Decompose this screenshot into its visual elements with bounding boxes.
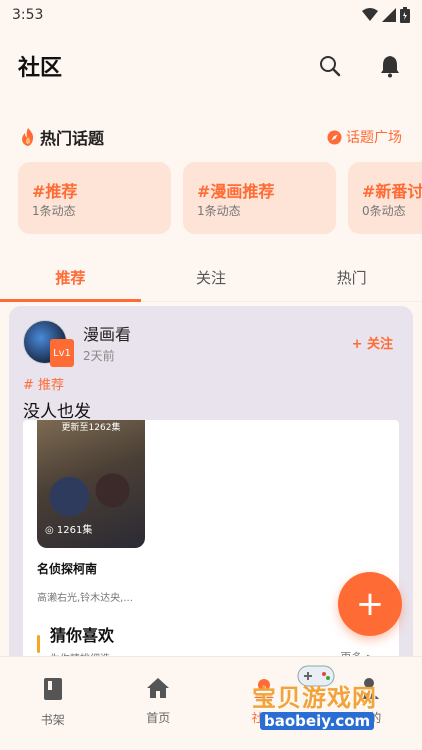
post-time: 2天前 [83, 348, 115, 363]
battery-icon [400, 7, 410, 23]
signal-icon [382, 8, 396, 22]
topic-name: #新番讨论 [362, 182, 422, 201]
wifi-icon [362, 8, 378, 21]
topic-count: 1条动态 [197, 204, 241, 218]
cover-update: 更新至1262集 [61, 423, 121, 433]
notification-button[interactable] [376, 52, 404, 80]
nav-bookshelf[interactable]: 书架 [0, 657, 106, 750]
topic-plaza-label: 话题广场 [346, 130, 402, 146]
feed-tabs: 推荐 关注 热门 [0, 254, 422, 302]
bell-icon [381, 56, 399, 78]
create-post-button[interactable]: + [338, 572, 402, 636]
search-icon [320, 56, 341, 77]
embedded-comic[interactable]: 更新至1262集 ◎ 1261集 名侦探柯南 高濑右光,铃木达央,... 猜你喜… [23, 420, 399, 676]
fire-icon [22, 128, 34, 146]
topic-card[interactable]: #漫画推荐 1条动态 [183, 162, 336, 234]
topic-cards: #推荐 1条动态 #漫画推荐 1条动态 #新番讨论 0条动态 [0, 162, 422, 234]
topic-card[interactable]: #推荐 1条动态 [18, 162, 171, 234]
book-icon [43, 678, 62, 700]
status-bar: 3:53 [0, 0, 422, 30]
user-name: 漫画看 [83, 324, 132, 344]
compass-icon [327, 130, 342, 144]
topic-card[interactable]: #新番讨论 0条动态 [348, 162, 422, 234]
topic-name: #推荐 [32, 182, 78, 201]
guess-title: 猜你喜欢 [50, 626, 115, 645]
nav-profile[interactable]: 我的 [317, 657, 422, 750]
follow-button[interactable]: + 关注 [352, 333, 393, 352]
topic-count: 1条动态 [32, 204, 76, 218]
status-time: 3:53 [12, 7, 44, 23]
comic-cover[interactable]: 更新至1262集 ◎ 1261集 [37, 420, 145, 548]
status-icons [362, 7, 410, 23]
person-icon [359, 678, 380, 699]
topic-name: #漫画推荐 [197, 182, 275, 201]
level-badge: Lv1 [50, 339, 74, 367]
nav-home[interactable]: 首页 [106, 657, 212, 750]
cover-episodes: ◎ 1261集 [45, 525, 93, 536]
tab-recommend[interactable]: 推荐 [0, 254, 141, 302]
nav-label: 我的 [357, 711, 382, 725]
header-actions [316, 52, 404, 80]
tab-following[interactable]: 关注 [141, 254, 282, 301]
nav-label: 书架 [40, 713, 65, 727]
hot-topics-label: 热门话题 [40, 129, 105, 148]
header: 社区 [0, 30, 422, 102]
guess-accent-bar [37, 634, 40, 653]
topic-plaza-link[interactable]: 话题广场 [327, 127, 402, 147]
topic-count: 0条动态 [362, 204, 406, 218]
community-icon [253, 679, 274, 698]
comic-title: 名侦探柯南 [37, 562, 98, 576]
search-button[interactable] [316, 52, 344, 80]
comic-authors: 高濑右光,铃木达央,... [37, 593, 133, 604]
bottom-nav: 书架 首页 社区 我的 [0, 656, 422, 750]
avatar[interactable]: Lv1 [23, 320, 74, 367]
tab-hot[interactable]: 热门 [281, 254, 422, 301]
home-icon [147, 678, 170, 698]
post-tag[interactable]: # 推荐 [23, 374, 399, 393]
hot-topics-title: 热门话题 [20, 125, 104, 149]
nav-community[interactable]: 社区 [211, 657, 317, 750]
page-title: 社区 [18, 56, 63, 81]
post-user[interactable]: Lv1 漫画看 2天前 [23, 320, 131, 367]
hot-topics-header: 热门话题 话题广场 [0, 126, 422, 148]
nav-label: 首页 [146, 711, 171, 725]
user-info: 漫画看 2天前 [83, 321, 131, 364]
nav-label: 社区 [251, 711, 276, 725]
post-text: 没人也发 [23, 402, 91, 422]
post-header: Lv1 漫画看 2天前 + 关注 [23, 320, 399, 367]
